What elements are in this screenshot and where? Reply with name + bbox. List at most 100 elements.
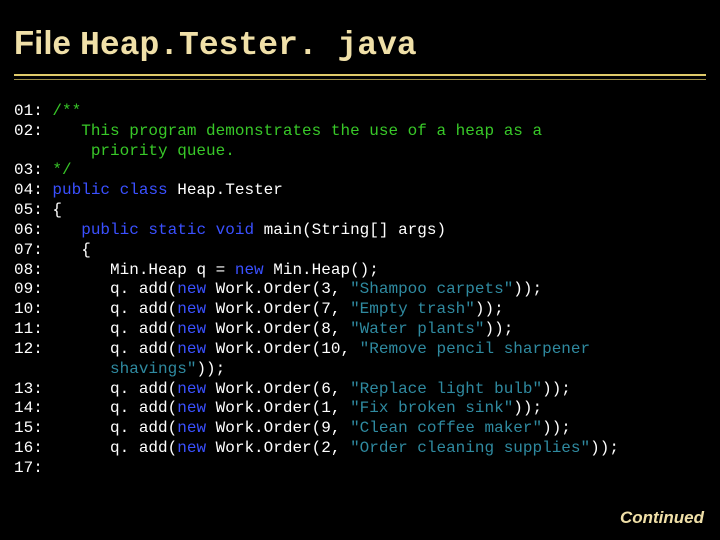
code-segment: new [177,419,215,437]
code-line: 11: q. add(new Work.Order(8, "Water plan… [14,320,706,340]
code-segment [43,161,53,179]
code-segment: "Replace light bulb" [350,380,542,398]
code-segment: Work.Order(7, [216,300,350,318]
code-line: 03: */ [14,161,706,181]
line-number: 07: [14,241,43,259]
line-number: 12: [14,340,43,358]
code-segment: Work.Order(6, [216,380,350,398]
code-segment: new [235,261,273,279]
code-segment [43,181,53,199]
code-segment: "Remove pencil sharpener [360,340,590,358]
code-segment: Work.Order(1, [216,399,350,417]
code-segment: "Fix broken sink" [350,399,513,417]
code-segment: shavings" [110,360,196,378]
slide-title: File Heap.Tester. java [14,24,706,64]
code-line: 15: q. add(new Work.Order(9, "Clean coff… [14,419,706,439]
code-line: 12: q. add(new Work.Order(10, "Remove pe… [14,340,706,360]
code-line: 06: public static void main(String[] arg… [14,221,706,241]
code-segment: "Clean coffee maker" [350,419,542,437]
code-segment: )); [196,360,225,378]
code-segment: new [177,380,215,398]
title-underline [14,74,706,80]
code-segment: )); [542,380,571,398]
line-number: 08: [14,261,43,279]
code-line: 01: /** [14,102,706,122]
code-segment: "Empty trash" [350,300,475,318]
code-line: 10: q. add(new Work.Order(7, "Empty tras… [14,300,706,320]
code-segment: Work.Order(9, [216,419,350,437]
code-segment [14,360,110,378]
code-segment: "Shampoo carpets" [350,280,513,298]
line-number: 03: [14,161,43,179]
continued-badge: Continued [614,506,710,530]
slide-header: File Heap.Tester. java [0,0,720,84]
line-number: 16: [14,439,43,457]
code-segment [43,459,53,477]
title-filename: Heap.Tester. java [80,27,417,64]
code-segment [43,221,81,239]
code-segment: new [177,340,215,358]
code-segment: new [177,300,215,318]
code-segment: public class [52,181,177,199]
code-segment: new [177,280,215,298]
line-number: 05: [14,201,43,219]
code-line: 07: { [14,241,706,261]
code-segment: new [177,439,215,457]
code-segment: q. add( [43,300,177,318]
code-segment: Work.Order(10, [216,340,360,358]
line-number: 14: [14,399,43,417]
code-block: 01: /**02: This program demonstrates the… [0,84,720,479]
line-number: 11: [14,320,43,338]
code-segment: main(String[] args) [264,221,446,239]
code-segment: )); [542,419,571,437]
code-segment: )); [513,280,542,298]
code-segment: Min.Heap(); [273,261,379,279]
code-segment [14,142,91,160]
line-number: 15: [14,419,43,437]
code-segment: q. add( [43,380,177,398]
line-number: 04: [14,181,43,199]
rule-thick [14,74,706,76]
code-segment: Work.Order(2, [216,439,350,457]
code-segment: Heap.Tester [177,181,283,199]
code-segment: /** [52,102,81,120]
code-segment: )); [475,300,504,318]
code-segment: "Order cleaning supplies" [350,439,590,457]
code-segment: )); [484,320,513,338]
code-line: 09: q. add(new Work.Order(3, "Shampoo ca… [14,280,706,300]
line-number: 02: [14,122,43,140]
code-segment: { [43,201,62,219]
code-segment [43,102,53,120]
code-segment: q. add( [43,399,177,417]
code-segment: */ [52,161,71,179]
code-segment: public static void [81,221,263,239]
code-segment: )); [590,439,619,457]
line-number: 17: [14,459,43,477]
code-segment: Work.Order(3, [216,280,350,298]
code-segment: priority queue. [91,142,235,160]
code-line: 08: Min.Heap q = new Min.Heap(); [14,261,706,281]
code-segment: new [177,320,215,338]
code-line: 13: q. add(new Work.Order(6, "Replace li… [14,380,706,400]
code-line: 02: This program demonstrates the use of… [14,122,706,142]
line-number: 13: [14,380,43,398]
code-segment [43,122,81,140]
line-number: 06: [14,221,43,239]
code-line: priority queue. [14,142,706,162]
slide: File Heap.Tester. java 01: /**02: This p… [0,0,720,540]
line-number: 10: [14,300,43,318]
code-segment: { [43,241,91,259]
code-segment: new [177,399,215,417]
code-segment: q. add( [43,320,177,338]
code-segment: q. add( [43,340,177,358]
code-line: shavings")); [14,360,706,380]
rule-thin [14,79,706,80]
line-number: 01: [14,102,43,120]
line-number: 09: [14,280,43,298]
code-line: 05: { [14,201,706,221]
code-line: 17: [14,459,706,479]
title-prefix: File [14,24,80,61]
code-line: 14: q. add(new Work.Order(1, "Fix broken… [14,399,706,419]
code-line: 16: q. add(new Work.Order(2, "Order clea… [14,439,706,459]
code-segment: q. add( [43,280,177,298]
